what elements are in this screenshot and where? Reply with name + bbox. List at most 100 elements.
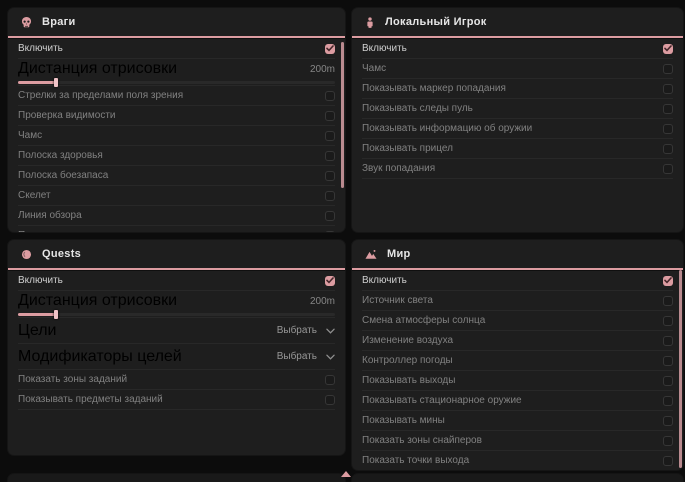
checkbox[interactable] — [663, 296, 673, 306]
toggle-row[interactable]: Чамс — [362, 59, 673, 79]
checkbox[interactable] — [663, 124, 673, 134]
panel-header: Quests — [8, 240, 345, 266]
toggle-label: Показывать следы пуль — [18, 230, 129, 232]
toggle-row[interactable]: Смена атмосферы солнца — [362, 311, 673, 331]
checkbox[interactable] — [663, 376, 673, 386]
toggle-row[interactable]: Полоска здоровья — [18, 146, 335, 166]
panel-enemies: ВрагиВключитьДистанция отрисовки200mСтре… — [8, 8, 345, 232]
checkbox[interactable] — [325, 231, 335, 233]
toggle-row[interactable]: Контроллер погоды — [362, 351, 673, 371]
checkbox[interactable] — [663, 84, 673, 94]
toggle-row[interactable]: Показывать стационарное оружие — [362, 391, 673, 411]
toggle-row[interactable]: Показать зоны снайперов — [362, 431, 673, 451]
checkbox[interactable] — [663, 356, 673, 366]
panel-world: Мир ВключитьИсточник света Смена атмосферы… — [352, 240, 683, 470]
select-value: Выбрать — [277, 325, 317, 336]
checkbox[interactable] — [325, 171, 335, 181]
toggle-label: Включить — [18, 275, 63, 286]
cutoff-panel — [352, 474, 683, 482]
toggle-label: Показывать информацию об оружии — [362, 123, 532, 134]
checkbox[interactable] — [663, 436, 673, 446]
checkbox[interactable] — [325, 111, 335, 121]
toggle-row[interactable]: Показать точки выхода — [362, 451, 673, 470]
slider-track[interactable] — [18, 313, 335, 316]
cheat-menu-overlay: ВрагиВключитьДистанция отрисовки200mСтре… — [0, 0, 685, 482]
checkbox[interactable] — [325, 375, 335, 385]
toggle-row[interactable]: Включить — [18, 39, 335, 59]
toggle-row[interactable]: Показывать следы пуль — [18, 226, 335, 232]
checkbox[interactable] — [663, 416, 673, 426]
toggle-row[interactable]: Включить — [18, 271, 335, 291]
checkbox[interactable] — [325, 211, 335, 221]
toggle-row[interactable]: Показывать информацию об оружии — [362, 119, 673, 139]
slider-value: 200m — [310, 296, 335, 307]
toggle-row[interactable]: Показывать прицел — [362, 139, 673, 159]
toggle-label: Показывать стационарное оружие — [362, 395, 522, 406]
mountain-icon — [364, 248, 378, 261]
slider-fill — [18, 81, 56, 84]
toggle-label: Скелет — [18, 190, 51, 201]
toggle-row[interactable]: Линия обзора — [18, 206, 335, 226]
toggle-row[interactable]: Показывать выходы — [362, 371, 673, 391]
panel-body: ВключитьЧамсПоказывать маркер попадания П… — [352, 39, 683, 179]
slider-value: 200m — [310, 64, 335, 75]
toggle-label: Контроллер погоды — [362, 355, 453, 366]
select-dropdown[interactable]: Выбрать — [277, 325, 335, 336]
checkbox[interactable] — [663, 44, 673, 54]
cutoff-panel — [8, 474, 345, 482]
toggle-label: Полоска боезапаса — [18, 170, 108, 181]
checkbox[interactable] — [663, 104, 673, 114]
toggle-row[interactable]: Включить — [362, 39, 673, 59]
select-row: ЦелиВыбрать — [18, 318, 335, 344]
panel-header: Локальный Игрок — [352, 8, 683, 34]
toggle-label: Показать зоны снайперов — [362, 435, 482, 446]
toggle-row[interactable]: Звук попадания — [362, 159, 673, 179]
panel-header: Мир — [352, 240, 683, 266]
toggle-row[interactable]: Показывать маркер попадания — [362, 79, 673, 99]
checkbox[interactable] — [325, 276, 335, 286]
toggle-row[interactable]: Показывать предметы заданий — [18, 390, 335, 410]
scrollbar[interactable] — [679, 270, 682, 468]
toggle-label: Смена атмосферы солнца — [362, 315, 485, 326]
toggle-row[interactable]: Изменение воздуха — [362, 331, 673, 351]
checkbox[interactable] — [325, 91, 335, 101]
checkbox[interactable] — [663, 456, 673, 466]
toggle-row[interactable]: Источник света — [362, 291, 673, 311]
checkbox[interactable] — [663, 396, 673, 406]
checkbox[interactable] — [325, 191, 335, 201]
scrollbar[interactable] — [341, 42, 344, 188]
select-dropdown[interactable]: Выбрать — [277, 351, 335, 362]
checkbox[interactable] — [663, 164, 673, 174]
checkbox[interactable] — [325, 151, 335, 161]
toggle-row[interactable]: Чамс — [18, 126, 335, 146]
checkbox[interactable] — [325, 395, 335, 405]
checkbox[interactable] — [325, 131, 335, 141]
slider-handle[interactable] — [54, 78, 58, 87]
toggle-row[interactable]: Включить — [362, 271, 673, 291]
toggle-label: Включить — [18, 43, 63, 54]
checkbox[interactable] — [663, 316, 673, 326]
toggle-label: Показывать прицел — [362, 143, 453, 154]
toggle-row[interactable]: Показывать следы пуль — [362, 99, 673, 119]
toggle-row[interactable]: Стрелки за пределами поля зрения — [18, 86, 335, 106]
checkbox[interactable] — [325, 44, 335, 54]
checkbox[interactable] — [663, 64, 673, 74]
slider-header: Дистанция отрисовки200m — [18, 60, 335, 78]
toggle-label: Стрелки за пределами поля зрения — [18, 90, 183, 101]
chevron-down-icon — [326, 354, 335, 360]
slider-handle[interactable] — [54, 310, 58, 319]
toggle-label: Линия обзора — [18, 210, 82, 221]
checkbox[interactable] — [663, 144, 673, 154]
toggle-row[interactable]: Полоска боезапаса — [18, 166, 335, 186]
checkbox[interactable] — [663, 276, 673, 286]
toggle-row[interactable]: Проверка видимости — [18, 106, 335, 126]
slider-track[interactable] — [18, 81, 335, 84]
slider-fill — [18, 313, 56, 316]
toggle-label: Показывать следы пуль — [362, 103, 473, 114]
chevron-down-icon — [326, 328, 335, 334]
toggle-row[interactable]: Показать зоны заданий — [18, 370, 335, 390]
checkbox[interactable] — [663, 336, 673, 346]
panel-title: Quests — [42, 248, 81, 260]
toggle-row[interactable]: Скелет — [18, 186, 335, 206]
toggle-row[interactable]: Показывать мины — [362, 411, 673, 431]
